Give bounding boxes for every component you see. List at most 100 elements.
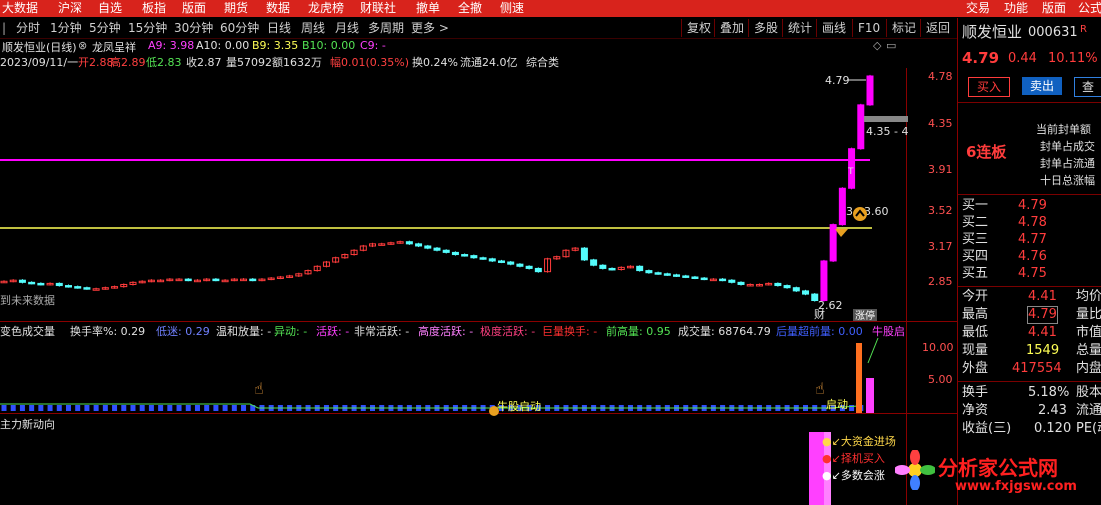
hand-pointer-icon-2: ☝ xyxy=(815,379,825,398)
candle xyxy=(479,257,487,260)
period-toolbar: | 分时 1分钟 5分钟 15分钟 30分钟 60分钟 日线 周线 月线 多周期… xyxy=(0,18,957,39)
stat2-label: 换手 xyxy=(962,385,989,400)
candle xyxy=(673,274,681,277)
tab-30min[interactable]: 30分钟 xyxy=(174,20,213,36)
tab-1min[interactable]: 1分钟 xyxy=(50,20,82,36)
tab-multi-period[interactable]: 多周期 xyxy=(368,20,404,36)
tab-more[interactable]: 更多 > xyxy=(411,20,449,36)
menu-item-hushen[interactable]: 沪深 xyxy=(58,0,82,17)
bid-label: 买五 xyxy=(962,266,989,281)
stat-label: 今开 xyxy=(962,289,989,304)
price-axis: 4.78 4.35 3.91 3.52 3.17 2.85 10.00 5.00 xyxy=(922,70,954,386)
vol-yidong: 异动: - xyxy=(274,325,308,338)
vol-prev-high: 前高量: 0.95 xyxy=(606,325,671,338)
volume-bar xyxy=(167,405,173,411)
button-restore-rights[interactable]: 复权 xyxy=(681,19,711,37)
button-overlay[interactable]: 叠加 xyxy=(714,19,744,37)
stat-label-2: 量比 xyxy=(1076,307,1101,322)
watermark-logo-icon xyxy=(894,449,936,491)
candle xyxy=(682,275,690,278)
tab-timeshare[interactable]: 分时 xyxy=(16,20,40,36)
vol-active: 活跃: - xyxy=(316,325,350,338)
candle xyxy=(645,270,653,274)
menu-item-watchlist[interactable]: 自选 xyxy=(98,0,122,17)
stat2-value: 0.120 xyxy=(1034,421,1072,436)
candle xyxy=(74,286,82,289)
menu-item-dragon-tiger[interactable]: 龙虎榜 xyxy=(308,0,344,17)
button-mark[interactable]: 标记 xyxy=(886,19,916,37)
candle xyxy=(424,245,432,249)
menu-item-layout[interactable]: 版面 xyxy=(182,0,206,17)
menu-item-cancel-all[interactable]: 全撤 xyxy=(458,0,482,17)
menu-item-cls[interactable]: 财联社 xyxy=(360,0,396,17)
button-draw-line[interactable]: 画线 xyxy=(816,19,846,37)
volume-bar xyxy=(158,405,164,411)
indicator-toggle-icon[interactable]: ⊗ xyxy=(78,39,87,52)
menu-item-layout-2[interactable]: 版面 xyxy=(1042,0,1066,17)
minimize-icon[interactable]: ▭ xyxy=(886,39,896,52)
stat-label-2: 总量 xyxy=(1076,343,1101,358)
menu-item-function[interactable]: 功能 xyxy=(1004,0,1028,17)
buy-button[interactable]: 买入 xyxy=(968,77,1010,97)
candle xyxy=(534,267,542,273)
volume-bar xyxy=(102,405,108,411)
vol-indicator-name[interactable]: 变色成交量 xyxy=(0,323,55,339)
volume-bar xyxy=(121,405,127,411)
stat2-value: 2.43 xyxy=(1038,403,1067,418)
tab-5min[interactable]: 5分钟 xyxy=(89,20,121,36)
volume-bar xyxy=(213,405,219,411)
stat-value: 417554 xyxy=(1012,361,1062,376)
kline-chart[interactable]: 4.78 4.35 3.91 3.52 3.17 2.85 10.00 5.00… xyxy=(0,68,957,505)
volume-bar xyxy=(112,405,118,411)
menu-item-index[interactable]: 板指 xyxy=(142,0,166,17)
candle xyxy=(507,261,515,265)
bid-price[interactable]: 4.75 xyxy=(1018,266,1047,282)
menu-item-big-data[interactable]: 大数据 xyxy=(2,0,38,17)
stat-label: 最高 xyxy=(962,307,989,322)
button-f10[interactable]: F10 xyxy=(852,19,880,37)
volume-bar xyxy=(204,405,210,411)
main-force-title[interactable]: 主力新动向 xyxy=(0,416,55,432)
tab-daily[interactable]: 日线 xyxy=(267,20,291,36)
button-multi-stock[interactable]: 多股 xyxy=(748,19,778,37)
menu-item-speed[interactable]: 侧速 xyxy=(500,0,524,17)
diamond-icon[interactable]: ◇ xyxy=(873,39,881,52)
candle xyxy=(820,260,828,302)
stat-value: 4.41 xyxy=(1028,325,1057,340)
bid-price[interactable]: 4.79 xyxy=(1018,198,1047,214)
button-back[interactable]: 返回 xyxy=(920,19,950,37)
menu-item-formula[interactable]: 公式 xyxy=(1078,0,1101,17)
candles-group xyxy=(0,74,874,302)
candle xyxy=(525,265,533,269)
vol-low-mi: 低迷: 0.29 xyxy=(156,325,210,338)
volume-bar xyxy=(241,405,247,411)
sell-button[interactable]: 卖出 xyxy=(1022,77,1062,95)
candle xyxy=(516,263,524,267)
volume-bar xyxy=(231,405,237,411)
menu-item-data[interactable]: 数据 xyxy=(266,0,290,17)
menu-item-cancel[interactable]: 撤单 xyxy=(416,0,440,17)
tab-60min[interactable]: 60分钟 xyxy=(220,20,259,36)
top-menu-bar: 大数据 沪深 自选 板指 版面 期货 数据 龙虎榜 财联社 撤单 全撤 侧速 交… xyxy=(0,0,1101,17)
indicator-b10: B10: 0.00 xyxy=(302,39,356,52)
candle xyxy=(488,258,496,262)
axis-tick: 10.00 xyxy=(922,341,954,354)
query-button[interactable]: 查 xyxy=(1074,77,1101,97)
vol-warm: 温和放量: - xyxy=(216,325,272,338)
volume-bar xyxy=(130,405,136,411)
limit-info-2: 封单占成交 xyxy=(1040,140,1095,153)
candle xyxy=(728,279,736,283)
bid-price[interactable]: 4.78 xyxy=(1018,215,1047,231)
bid-price[interactable]: 4.76 xyxy=(1018,249,1047,265)
volume-bar xyxy=(65,405,71,411)
stock-change-pct: 10.11% xyxy=(1048,51,1098,66)
tab-15min[interactable]: 15分钟 xyxy=(128,20,167,36)
bid-price[interactable]: 4.77 xyxy=(1018,232,1047,248)
indicator-name[interactable]: 龙凤呈祥 xyxy=(92,39,136,55)
button-statistics[interactable]: 统计 xyxy=(782,19,812,37)
menu-item-trade[interactable]: 交易 xyxy=(966,0,990,17)
tab-monthly[interactable]: 月线 xyxy=(335,20,359,36)
volume-bar xyxy=(75,405,81,411)
tab-weekly[interactable]: 周线 xyxy=(301,20,325,36)
menu-item-futures[interactable]: 期货 xyxy=(224,0,248,17)
